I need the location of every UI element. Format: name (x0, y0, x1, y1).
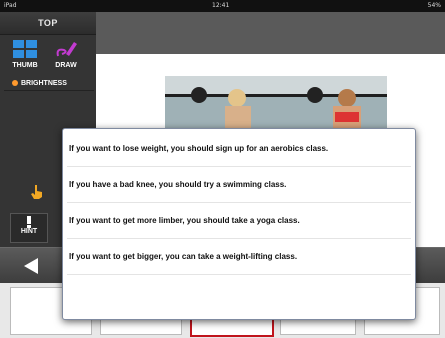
thumb-button[interactable]: THUMB (10, 40, 40, 69)
brightness-label: BRIGHTNESS (21, 80, 67, 87)
top-button[interactable]: TOP (0, 12, 96, 35)
hint-label: HINT (20, 228, 38, 235)
hint-button[interactable]: HINT (10, 213, 48, 243)
answer-option[interactable]: If you want to get bigger, you can take … (67, 239, 411, 275)
status-time: 12:41 (212, 2, 230, 9)
answer-options-popup: If you want to lose weight, you should s… (62, 128, 416, 320)
answer-option[interactable]: If you want to lose weight, you should s… (67, 131, 411, 167)
answer-option[interactable]: If you have a bad knee, you should try a… (67, 167, 411, 203)
brightness-icon (12, 80, 18, 86)
draw-button[interactable]: DRAW (50, 40, 82, 69)
thumbnail-grid-icon (13, 40, 37, 58)
hand-pointer-icon[interactable] (30, 184, 44, 200)
answer-option[interactable]: If you want to get more limber, you shou… (67, 203, 411, 239)
pen-icon (56, 42, 77, 57)
back-arrow-icon[interactable] (24, 258, 38, 274)
status-bar: iPad 12:41 54% (0, 0, 445, 12)
thumb-label: THUMB (12, 62, 38, 69)
battery-level: 54% (427, 2, 441, 9)
workout-photo (165, 76, 387, 134)
draw-label: DRAW (55, 62, 77, 69)
brightness-button[interactable]: BRIGHTNESS (4, 78, 94, 91)
exclamation-icon (27, 216, 31, 228)
page-header-strip (96, 12, 445, 54)
device-label: iPad (4, 2, 17, 9)
